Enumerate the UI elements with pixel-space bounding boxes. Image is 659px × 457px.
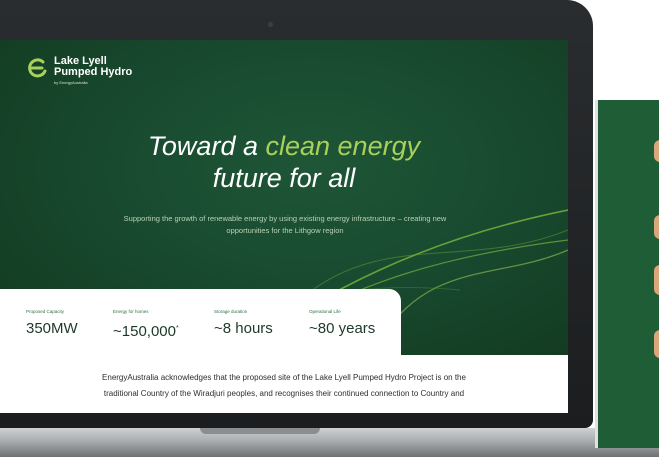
hero-headline: Toward a clean energy future for all [0,130,568,194]
tablet-image-shape [654,140,659,162]
stat-label: Operational Life [309,309,341,314]
stat-footnote: * [175,325,179,332]
laptop-base [0,428,659,457]
stat-homes: Energy for homes ~150,000* [113,309,179,340]
stat-value: ~8 hours [214,320,273,337]
tablet-image-shape [654,330,659,358]
stat-label: Proposed Capacity [26,309,65,314]
stat-label: Energy for homes [113,309,149,314]
logo-line-2: Pumped Hydro [54,66,133,78]
ack-line-1: EnergyAustralia acknowledges that the pr… [102,373,466,382]
camera-icon [268,22,273,27]
headline-prefix: Toward a [147,131,266,161]
logo-byline: by EnergyAustralia [54,80,88,85]
ack-line-2: traditional Country of the Wiradjuri peo… [103,389,465,398]
energy-swirl-logo-icon [28,58,47,78]
tablet-image-shape [654,265,659,295]
site-logo[interactable]: Lake Lyell Pumped Hydro by EnergyAustral… [26,56,132,86]
stat-value: ~80 years [309,320,376,337]
hero-subtext: Supporting the growth of renewable energ… [123,214,447,235]
stats-panel: Proposed Capacity 350MW Energy for homes… [0,289,401,355]
tablet-device [595,100,659,448]
stat-value: ~150,000* [113,321,179,340]
headline-accent: clean energy [265,131,421,161]
stat-value-number: ~150,000 [113,323,176,340]
stat-storage: Storage duration ~8 hours [214,309,273,337]
stat-life: Operational Life ~80 years [309,309,375,337]
tablet-image-shape [654,215,659,239]
laptop-screen: Lake Lyell Pumped Hydro by EnergyAustral… [0,40,568,413]
stat-value: 350MW [26,320,78,337]
headline-line-2: future for all [212,163,356,193]
stat-capacity: Proposed Capacity 350MW [26,309,78,337]
laptop-frame: Lake Lyell Pumped Hydro by EnergyAustral… [0,0,593,428]
acknowledgement-text: EnergyAustralia acknowledges that the pr… [0,370,568,402]
stat-label: Storage duration [214,309,248,314]
logo-text: Lake Lyell Pumped Hydro by EnergyAustral… [54,56,132,86]
laptop-hinge-notch [200,428,320,434]
